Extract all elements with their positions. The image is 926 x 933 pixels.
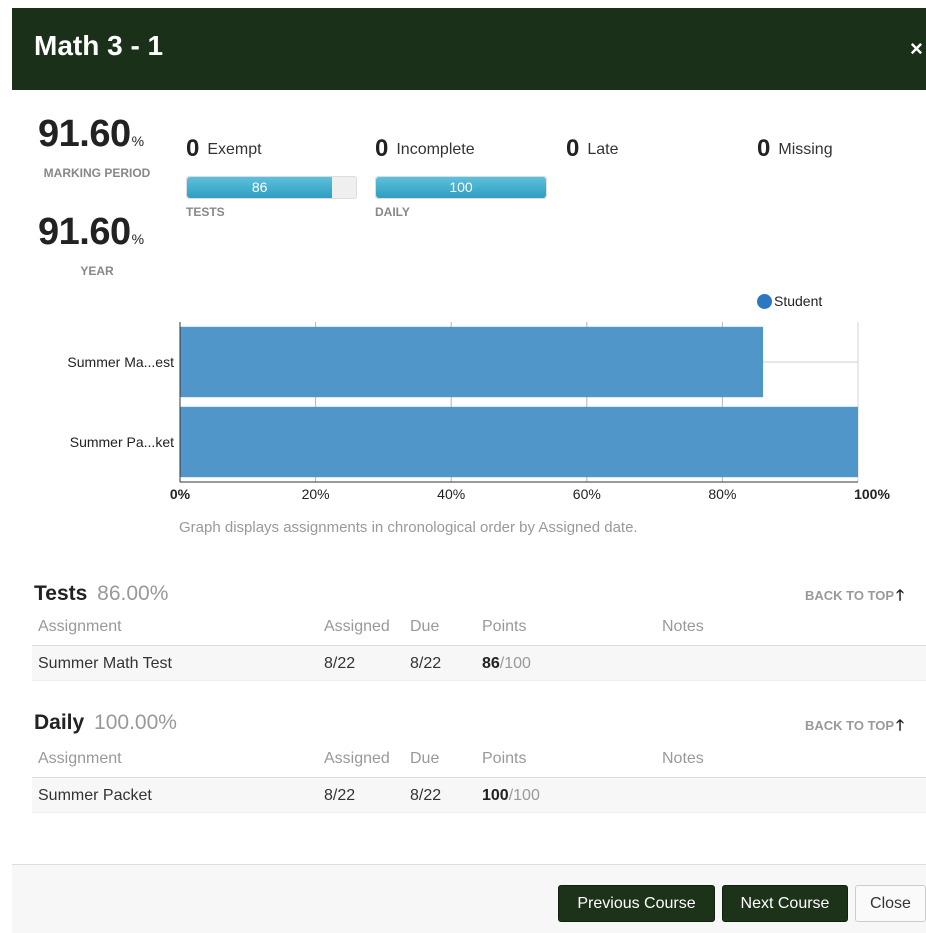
chart-tick-label: 0% (170, 486, 191, 502)
tests-progress-bar[interactable]: 86 (186, 176, 357, 199)
points-earned: 86 (482, 655, 500, 672)
points: 86/100 (482, 655, 531, 673)
stat-label: Exempt (207, 141, 262, 158)
tests-progress-fill: 86 (187, 177, 333, 198)
chart-tick-label: 80% (708, 486, 736, 502)
col-notes[interactable]: Notes (662, 750, 704, 768)
assigned-date: 8/22 (324, 787, 356, 804)
col-due[interactable]: Due (410, 618, 439, 636)
stat-late: 0 Late (566, 135, 619, 163)
assignment-name: Summer Math Test (38, 655, 172, 672)
tests-section-title: Tests 86.00% (34, 582, 168, 606)
marking-period-grade: 91.60% (38, 113, 144, 156)
daily-progress-fill: 100 (376, 177, 546, 198)
chart-bar (180, 326, 764, 398)
year-grade-unit: % (131, 231, 144, 247)
arrow-up-icon: 🡑 (896, 717, 904, 734)
assigned-date: 8/22 (324, 655, 356, 672)
table-header: Assignment Assigned Due Points Notes (32, 609, 926, 646)
chart-bars (180, 326, 858, 478)
legend-label: Student (774, 293, 823, 309)
marking-period-grade-unit: % (131, 133, 144, 149)
daily-table: Assignment Assigned Due Points Notes Sum… (32, 741, 926, 813)
year-grade-value: 91.60 (38, 211, 131, 253)
close-button[interactable]: Close (855, 885, 926, 922)
previous-course-button[interactable]: Previous Course (558, 885, 715, 922)
chart-legend: Student (757, 293, 822, 309)
back-to-top-label: BACK TO TOP (805, 718, 895, 733)
modal-header: Math 3 - 1 × (12, 8, 926, 90)
stat-label: Incomplete (396, 141, 475, 158)
col-points[interactable]: Points (482, 618, 526, 636)
col-assigned[interactable]: Assigned (324, 750, 390, 768)
next-course-button[interactable]: Next Course (722, 885, 848, 922)
stat-count: 0 (566, 135, 580, 162)
stat-count: 0 (757, 135, 771, 162)
stat-count: 0 (186, 135, 200, 162)
stat-exempt: 0 Exempt (186, 135, 262, 163)
table-row[interactable]: Summer Packet 8/22 8/22 100/100 (32, 778, 926, 813)
points-total: /100 (508, 787, 540, 804)
points: 100/100 (482, 787, 540, 805)
points-earned: 100 (482, 787, 509, 804)
col-due[interactable]: Due (410, 750, 439, 768)
section-percent: 86.00% (97, 582, 169, 605)
stat-incomplete: 0 Incomplete (375, 135, 475, 163)
chart-tick-label: 20% (302, 486, 330, 502)
col-assignment[interactable]: Assignment (38, 618, 122, 636)
tests-back-to-top-link[interactable]: BACK TO TOP 🡑 (805, 585, 904, 610)
assignment-name: Summer Packet (38, 787, 152, 804)
section-name: Tests (34, 582, 88, 605)
year-grade: 91.60% (38, 211, 144, 254)
chart-tick-label: 100% (854, 486, 890, 502)
due-date: 8/22 (410, 655, 442, 672)
col-points[interactable]: Points (482, 750, 526, 768)
marking-period-grade-value: 91.60 (38, 113, 131, 155)
section-percent: 100.00% (94, 711, 177, 734)
col-assigned[interactable]: Assigned (324, 618, 390, 636)
section-name: Daily (34, 711, 85, 734)
chart-tick-label: 60% (573, 486, 601, 502)
tests-table: Assignment Assigned Due Points Notes Sum… (32, 609, 926, 681)
back-to-top-label: BACK TO TOP (805, 588, 895, 603)
legend-dot-icon (757, 294, 772, 309)
col-assignment[interactable]: Assignment (38, 750, 122, 768)
stat-label: Late (587, 141, 619, 158)
chart-category-label: Summer Ma...est (67, 354, 174, 370)
due-date: 8/22 (410, 787, 442, 804)
stat-missing: 0 Missing (757, 135, 833, 163)
points-total: /100 (499, 655, 531, 672)
chart-tick-label: 40% (437, 486, 465, 502)
marking-period-label: Marking Period (43, 166, 151, 180)
daily-back-to-top-link[interactable]: BACK TO TOP 🡑 (805, 715, 904, 740)
stat-count: 0 (375, 135, 389, 162)
course-title: Math 3 - 1 (34, 30, 164, 61)
col-notes[interactable]: Notes (662, 618, 704, 636)
daily-progress-bar[interactable]: 100 (375, 176, 547, 199)
table-row[interactable]: Summer Math Test 8/22 8/22 86/100 (32, 646, 926, 681)
chart-bar (180, 406, 858, 478)
chart-note: Graph displays assignments in chronologi… (179, 519, 638, 536)
tests-bar-label: TESTS (186, 205, 225, 219)
daily-bar-label: DAILY (375, 205, 410, 219)
table-header: Assignment Assigned Due Points Notes (32, 741, 926, 778)
stat-label: Missing (778, 141, 833, 158)
assignment-bar-chart: Summer Ma...est Summer Pa...ket 0% 20% 40% 60… (67, 322, 890, 502)
chart-category-label: Summer Pa...ket (70, 434, 174, 450)
close-icon[interactable]: × (910, 36, 923, 62)
arrow-up-icon: 🡑 (896, 587, 904, 604)
daily-section-title: Daily 100.00% (34, 711, 177, 735)
year-label: Year (80, 264, 114, 278)
